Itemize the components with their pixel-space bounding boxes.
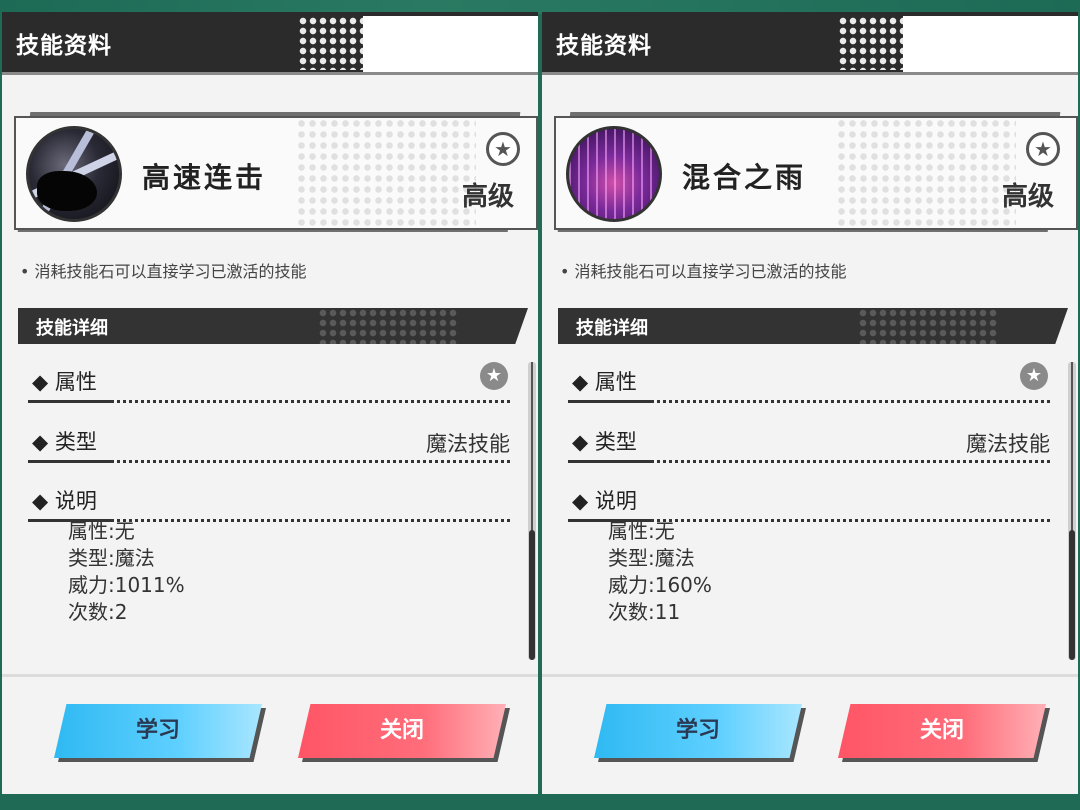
dialog-titlebar: 技能资料 bbox=[2, 12, 538, 72]
icon-rain-streaks bbox=[569, 129, 659, 219]
key-underline bbox=[28, 400, 112, 403]
section-header-label: 技能详细 bbox=[576, 318, 648, 339]
description-text: 属性:无 类型:魔法 威力:1011% 次数:2 bbox=[68, 518, 185, 626]
description-key: ◆ 说明 bbox=[572, 489, 637, 513]
skill-name: 混合之雨 bbox=[682, 161, 807, 194]
description-text: 属性:无 类型:魔法 威力:160% 次数:11 bbox=[608, 518, 712, 626]
star-icon[interactable]: ★ bbox=[1026, 132, 1060, 166]
type-value: 魔法技能 bbox=[966, 432, 1050, 456]
detail-row-type: ◆ 类型 魔法技能 bbox=[28, 424, 510, 463]
footer-divider bbox=[542, 674, 1078, 677]
description-line: 属性:无 bbox=[608, 519, 675, 543]
description-line: 次数:11 bbox=[608, 600, 681, 624]
titlebar-halftone bbox=[838, 16, 908, 70]
card-halftone bbox=[296, 118, 476, 228]
scrollbar-track bbox=[1071, 362, 1073, 532]
footer-divider bbox=[2, 674, 538, 677]
skill-info-dialog-1: 技能资料 高速连击 ★ 高级 • 消耗技能石可以直接学习已激活的技能 技能详细 … bbox=[2, 12, 538, 794]
learn-hint: • 消耗技能石可以直接学习已激活的技能 bbox=[20, 262, 307, 281]
learn-button[interactable]: 学习 bbox=[594, 704, 802, 758]
detail-row-attribute: ◆ 属性 ★ bbox=[568, 362, 1050, 403]
dialog-title: 技能资料 bbox=[16, 33, 112, 59]
description-key: ◆ 说明 bbox=[32, 489, 97, 513]
details-scrollbar[interactable] bbox=[1068, 362, 1076, 660]
description-line: 威力:160% bbox=[608, 573, 712, 597]
detail-row-description: ◆ 说明 bbox=[568, 483, 1050, 522]
skill-info-dialog-2: 技能资料 混合之雨 ★ 高级 • 消耗技能石可以直接学习已激活的技能 技能详细 … bbox=[542, 12, 1078, 794]
type-key: ◆ 类型 bbox=[32, 430, 97, 454]
attribute-star-icon: ★ bbox=[1020, 362, 1048, 390]
close-button[interactable]: 关闭 bbox=[298, 704, 506, 758]
description-line: 属性:无 bbox=[68, 519, 135, 543]
dialog-title: 技能资料 bbox=[556, 33, 652, 59]
close-button[interactable]: 关闭 bbox=[838, 704, 1046, 758]
attribute-star-icon: ★ bbox=[480, 362, 508, 390]
icon-ink-splash bbox=[37, 171, 97, 211]
details-scrollbar[interactable] bbox=[528, 362, 536, 660]
title-divider bbox=[2, 72, 538, 75]
attribute-key: ◆ 属性 bbox=[32, 370, 97, 394]
type-value: 魔法技能 bbox=[426, 432, 510, 456]
learn-hint: • 消耗技能石可以直接学习已激活的技能 bbox=[560, 262, 847, 281]
description-line: 类型:魔法 bbox=[608, 546, 695, 570]
description-line: 威力:1011% bbox=[68, 573, 185, 597]
key-underline bbox=[28, 460, 112, 463]
card-halftone bbox=[836, 118, 1016, 228]
skill-rank: 高级 bbox=[461, 182, 514, 212]
detail-row-type: ◆ 类型 魔法技能 bbox=[568, 424, 1050, 463]
scrollbar-thumb[interactable] bbox=[529, 530, 535, 660]
section-header-skill-details: 技能详细 bbox=[18, 308, 528, 344]
titlebar-wedge bbox=[363, 16, 538, 72]
skill-rank: 高级 bbox=[1001, 182, 1054, 212]
dialog-titlebar: 技能资料 bbox=[542, 12, 1078, 72]
scrollbar-thumb[interactable] bbox=[1069, 530, 1075, 660]
key-underline bbox=[568, 400, 652, 403]
title-divider bbox=[542, 72, 1078, 75]
description-line: 次数:2 bbox=[68, 600, 128, 624]
titlebar-wedge bbox=[903, 16, 1078, 72]
section-header-label: 技能详细 bbox=[36, 318, 108, 339]
star-icon[interactable]: ★ bbox=[486, 132, 520, 166]
key-underline bbox=[568, 460, 652, 463]
titlebar-halftone bbox=[298, 16, 368, 70]
type-key: ◆ 类型 bbox=[572, 430, 637, 454]
background-bottom bbox=[0, 792, 1080, 810]
skill-card: 混合之雨 ★ 高级 bbox=[554, 116, 1078, 230]
description-line: 类型:魔法 bbox=[68, 546, 155, 570]
detail-row-description: ◆ 说明 bbox=[28, 483, 510, 522]
skill-icon-slash bbox=[26, 126, 122, 222]
attribute-key: ◆ 属性 bbox=[572, 370, 637, 394]
learn-button[interactable]: 学习 bbox=[54, 704, 262, 758]
scrollbar-track bbox=[531, 362, 533, 532]
skill-card: 高速连击 ★ 高级 bbox=[14, 116, 538, 230]
skill-icon-rain bbox=[566, 126, 662, 222]
section-header-skill-details: 技能详细 bbox=[558, 308, 1068, 344]
header-halftone bbox=[318, 308, 458, 344]
header-halftone bbox=[858, 308, 998, 344]
skill-name: 高速连击 bbox=[142, 161, 267, 194]
detail-row-attribute: ◆ 属性 ★ bbox=[28, 362, 510, 403]
